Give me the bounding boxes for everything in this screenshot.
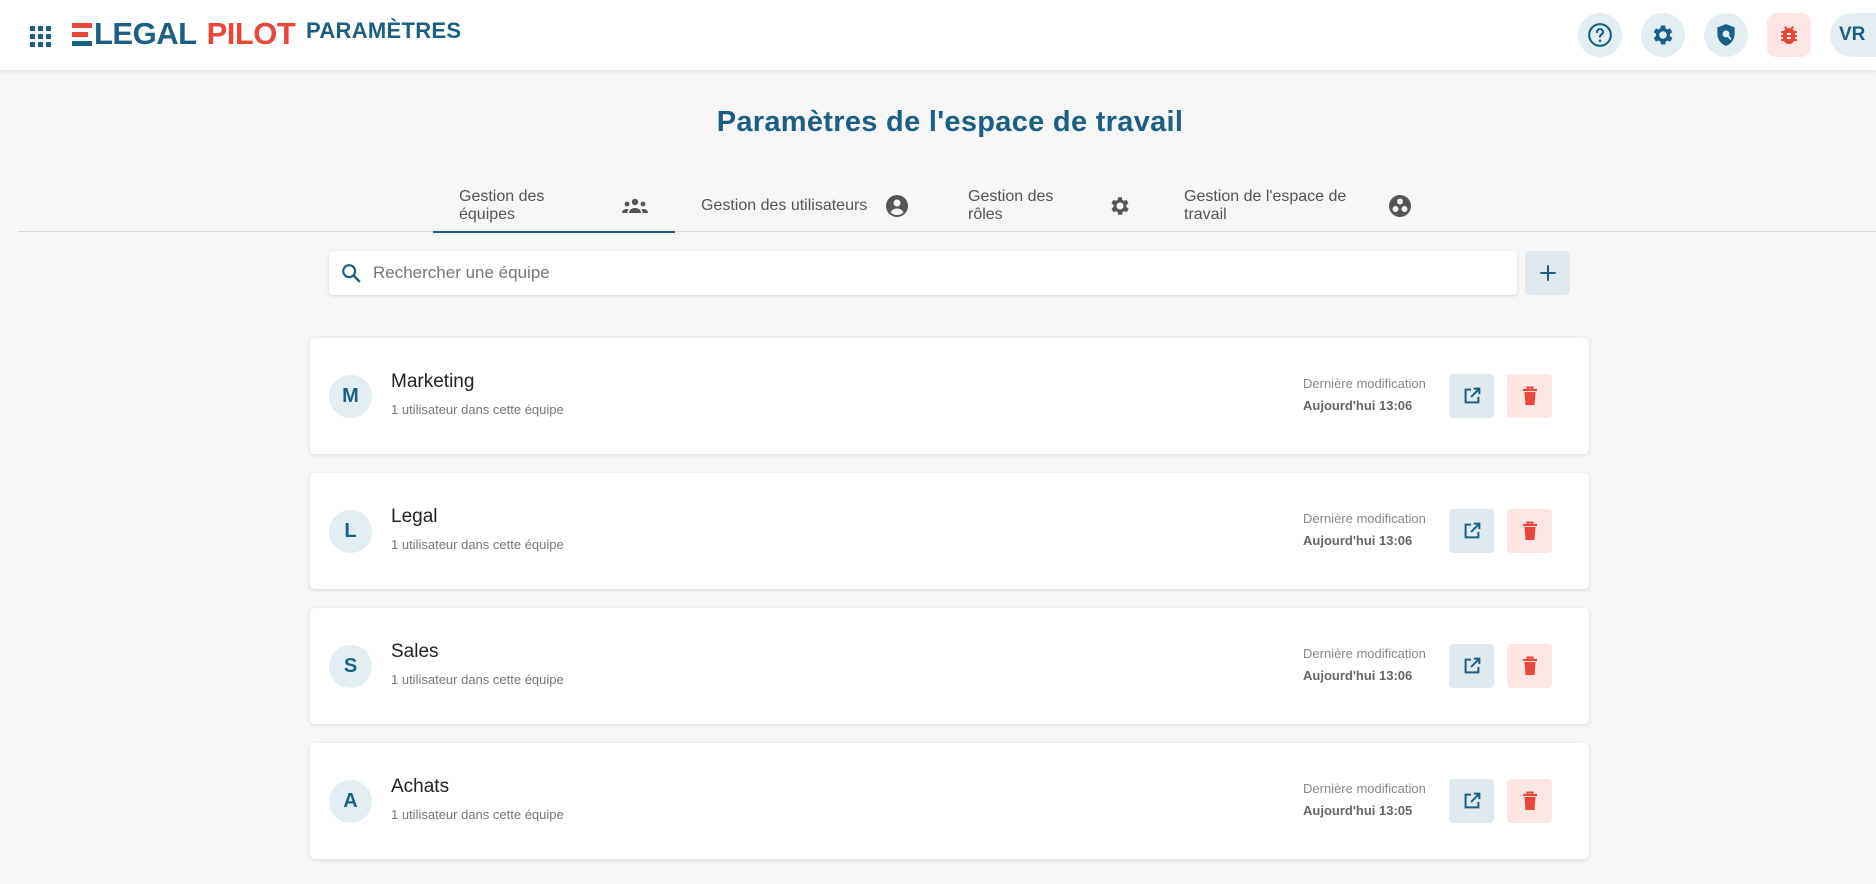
top-bar: LEGAL PILOT PARAMÈTRES VR <box>0 0 1876 70</box>
team-card: A Achats 1 utilisateur dans cette équipe… <box>310 743 1589 859</box>
open-in-new-icon <box>1464 387 1480 404</box>
tab-roles[interactable]: Gestion des rôles <box>942 180 1158 232</box>
open-team-button[interactable] <box>1449 779 1494 823</box>
header-actions: VR <box>1578 13 1876 57</box>
logo-text-legal: LEGAL <box>94 16 197 51</box>
groups-icon <box>621 196 649 216</box>
bug-icon <box>1781 26 1797 45</box>
team-search-bar <box>329 251 1517 295</box>
help-button[interactable] <box>1578 13 1622 57</box>
team-member-count: 1 utilisateur dans cette équipe <box>391 807 564 822</box>
logo-mark-icon <box>72 22 92 46</box>
workspaces-icon <box>1388 194 1412 218</box>
trash-icon <box>1522 386 1537 405</box>
last-modified-date: Aujourd'hui 13:06 <box>1303 668 1413 683</box>
settings-gear-icon <box>1653 25 1673 45</box>
team-card: M Marketing 1 utilisateur dans cette équ… <box>310 338 1589 454</box>
tab-label: Gestion des utilisateurs <box>701 197 868 214</box>
open-team-button[interactable] <box>1449 374 1494 418</box>
last-modified-label: Dernière modification <box>1303 376 1426 391</box>
legal-pilot-logo[interactable]: LEGAL PILOT <box>72 16 296 52</box>
help-icon <box>1588 23 1612 47</box>
team-member-count: 1 utilisateur dans cette équipe <box>391 672 564 687</box>
trash-icon <box>1522 521 1537 540</box>
delete-team-button[interactable] <box>1507 374 1552 418</box>
team-name: Marketing <box>391 371 475 392</box>
user-initials: VR <box>1839 24 1866 45</box>
open-in-new-icon <box>1464 522 1480 539</box>
delete-team-button[interactable] <box>1507 779 1552 823</box>
team-avatar: S <box>329 645 372 688</box>
tab-label: Gestion de l'espace de travail <box>1184 188 1347 223</box>
last-modified-date: Aujourd'hui 13:05 <box>1303 803 1413 818</box>
last-modified-date: Aujourd'hui 13:06 <box>1303 533 1413 548</box>
team-name: Legal <box>391 506 438 527</box>
tab-workspace[interactable]: Gestion de l'espace de travail <box>1158 180 1438 232</box>
open-team-button[interactable] <box>1449 509 1494 553</box>
open-team-button[interactable] <box>1449 644 1494 688</box>
team-avatar: L <box>329 510 372 553</box>
team-list: M Marketing 1 utilisateur dans cette équ… <box>310 338 1589 878</box>
delete-team-button[interactable] <box>1507 509 1552 553</box>
account-circle-icon <box>885 194 909 218</box>
trash-icon <box>1522 791 1537 810</box>
team-search-input[interactable] <box>373 253 1517 293</box>
user-avatar-button[interactable]: VR <box>1830 13 1876 57</box>
team-member-count: 1 utilisateur dans cette équipe <box>391 537 564 552</box>
last-modified-label: Dernière modification <box>1303 646 1426 661</box>
team-card: L Legal 1 utilisateur dans cette équipe … <box>310 473 1589 589</box>
tab-label: Gestion des équipes <box>459 188 545 223</box>
settings-button[interactable] <box>1641 13 1685 57</box>
plus-icon <box>1539 265 1556 281</box>
tab-users[interactable]: Gestion des utilisateurs <box>675 180 942 232</box>
last-modified-label: Dernière modification <box>1303 781 1426 796</box>
settings-tabs: Gestion des équipes Gestion des utilisat… <box>433 180 1438 233</box>
page-title: Paramètres de l'espace de travail <box>716 106 1184 138</box>
tab-teams[interactable]: Gestion des équipes <box>433 180 675 233</box>
team-avatar: A <box>329 780 372 823</box>
gear-icon <box>1108 194 1132 218</box>
logo-text-pilot: PILOT <box>206 16 296 51</box>
team-name: Sales <box>391 641 439 662</box>
security-button[interactable] <box>1704 13 1748 57</box>
app-section-name: PARAMÈTRES <box>306 18 462 43</box>
team-name: Achats <box>391 776 450 797</box>
shield-icon <box>1717 24 1735 46</box>
team-card: S Sales 1 utilisateur dans cette équipe … <box>310 608 1589 724</box>
open-in-new-icon <box>1464 657 1480 674</box>
search-icon <box>329 262 373 284</box>
delete-team-button[interactable] <box>1507 644 1552 688</box>
tab-label: Gestion des rôles <box>968 188 1054 223</box>
open-in-new-icon <box>1464 792 1480 809</box>
apps-grid-icon[interactable] <box>28 24 52 48</box>
team-avatar: M <box>329 375 372 418</box>
add-team-button[interactable] <box>1525 251 1570 295</box>
last-modified-date: Aujourd'hui 13:06 <box>1303 398 1413 413</box>
trash-icon <box>1522 656 1537 675</box>
last-modified-label: Dernière modification <box>1303 511 1426 526</box>
report-bug-button[interactable] <box>1767 13 1811 57</box>
team-member-count: 1 utilisateur dans cette équipe <box>391 402 564 417</box>
